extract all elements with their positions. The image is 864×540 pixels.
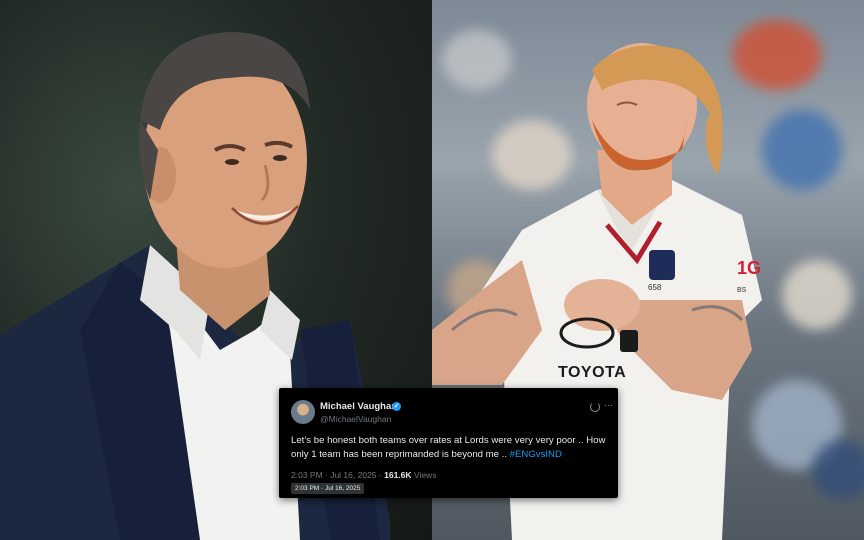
shirt-cap-number: 658 <box>648 283 662 292</box>
tweet-timestamp[interactable]: 2:03 PM · Jul 16, 2025 <box>291 470 377 480</box>
shirt-number: 1G <box>737 258 762 278</box>
refresh-icon[interactable] <box>590 402 600 412</box>
timestamp-tooltip: 2:03 PM · Jul 16, 2025 <box>291 483 365 494</box>
author-avatar[interactable] <box>291 400 315 424</box>
tweet-text: Let’s be honest both teams over rates at… <box>291 434 611 461</box>
more-options-icon[interactable]: ··· <box>604 400 613 410</box>
tweet-hashtag[interactable]: #ENGvsIND <box>510 449 562 460</box>
tweet-card[interactable]: Michael Vaughan ✓ @MichaelVaughan ··· Le… <box>279 388 618 498</box>
views-label: Views <box>413 470 437 480</box>
verified-badge-icon: ✓ <box>392 402 401 411</box>
shirt-suffix: BS <box>737 287 747 294</box>
shirt-sponsor-text: TOYOTA <box>558 364 627 381</box>
meta-separator: · <box>378 470 382 480</box>
tweet-meta: 2:03 PM · Jul 16, 2025 · 161.6K Views <box>291 470 436 480</box>
author-handle[interactable]: @MichaelVaughan <box>320 414 391 424</box>
views-count: 161.6K <box>384 470 412 480</box>
author-name[interactable]: Michael Vaughan <box>320 401 397 412</box>
